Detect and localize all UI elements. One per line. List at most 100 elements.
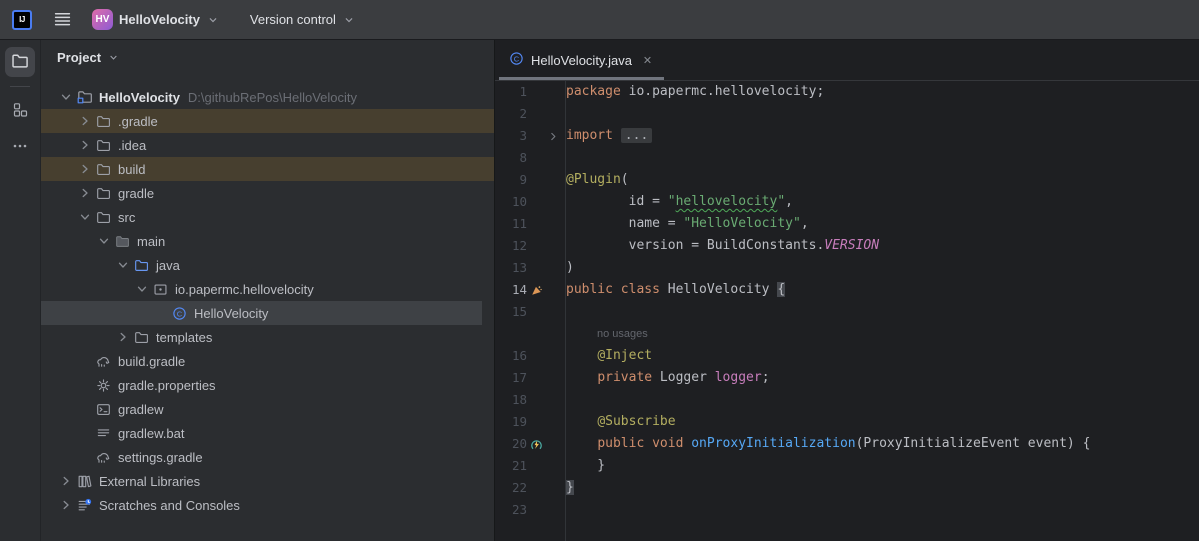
line-number[interactable]: 16 <box>495 345 527 367</box>
tree-row-gradle[interactable]: gradle <box>41 181 494 205</box>
event-gutter-icon[interactable] <box>527 438 545 451</box>
project-selector[interactable]: HV HelloVelocity <box>84 5 228 34</box>
tree-row-java[interactable]: java <box>41 253 494 277</box>
gutter-separator <box>565 81 566 541</box>
code-line-21[interactable]: 21 } <box>495 455 1199 477</box>
intellij-window: IJ HV HelloVelocity Version control <box>0 0 1199 541</box>
tab-label: HelloVelocity.java <box>531 53 632 68</box>
code-line-2[interactable]: 2 <box>495 103 1199 125</box>
tree-row--idea[interactable]: .idea <box>41 133 494 157</box>
tree-row-gradle-properties[interactable]: gradle.properties <box>41 373 494 397</box>
line-number[interactable]: 22 <box>495 477 527 499</box>
project-panel-header[interactable]: Project <box>41 40 494 74</box>
more-tools-button[interactable] <box>5 132 35 162</box>
line-number[interactable]: 8 <box>495 147 527 169</box>
code-line-3[interactable]: 3 import ... <box>495 125 1199 147</box>
tree-row-scratches-and-consoles[interactable]: Scratches and Consoles <box>41 493 494 517</box>
line-number[interactable]: 18 <box>495 389 527 411</box>
plugin-gutter-icon[interactable] <box>527 285 545 296</box>
token-kw: import <box>566 128 613 143</box>
code-line-14[interactable]: 14public class HelloVelocity { <box>495 279 1199 301</box>
tree-label: External Libraries <box>99 474 200 489</box>
tree-row-build-gradle[interactable]: build.gradle <box>41 349 494 373</box>
code-line-12[interactable]: 12 version = BuildConstants.VERSION <box>495 235 1199 257</box>
chevron-down-icon[interactable] <box>113 257 133 273</box>
token-def <box>566 436 597 451</box>
main-menu-icon[interactable] <box>48 6 76 34</box>
fold-chevron-icon[interactable] <box>545 131 561 142</box>
line-number[interactable]: 12 <box>495 235 527 257</box>
tree-row-hellovelocity[interactable]: HelloVelocityD:\githubRePos\HelloVelocit… <box>41 85 494 109</box>
close-icon[interactable]: ✕ <box>643 54 652 67</box>
chevron-right-icon[interactable] <box>56 473 76 489</box>
line-number[interactable]: 3 <box>495 125 527 147</box>
line-number[interactable]: 14 <box>495 279 527 301</box>
editor-tab-bar: C HelloVelocity.java ✕ <box>495 40 1199 81</box>
tree-row-external-libraries[interactable]: External Libraries <box>41 469 494 493</box>
code-line-1[interactable]: 1package io.papermc.hellovelocity; <box>495 81 1199 103</box>
token-def <box>566 414 597 429</box>
chevron-down-icon[interactable] <box>56 89 76 105</box>
svg-text:C: C <box>177 309 183 318</box>
chevron-right-icon[interactable] <box>75 185 95 201</box>
code-line-20[interactable]: 20 public void onProxyInitialization(Pro… <box>495 433 1199 455</box>
line-number[interactable]: 21 <box>495 455 527 477</box>
line-number[interactable]: 19 <box>495 411 527 433</box>
tree-row-gradlew-bat[interactable]: gradlew.bat <box>41 421 494 445</box>
tree-label: gradlew <box>118 402 164 417</box>
line-number[interactable]: 23 <box>495 499 527 521</box>
chevron-right-icon[interactable] <box>75 137 95 153</box>
line-number[interactable]: 17 <box>495 367 527 389</box>
code-line-11[interactable]: 11 name = "HelloVelocity", <box>495 213 1199 235</box>
code-line-10[interactable]: 10 id = "hellovelocity", <box>495 191 1199 213</box>
tree-label: .gradle <box>118 114 158 129</box>
token-def: ) <box>566 260 574 275</box>
line-number[interactable]: 10 <box>495 191 527 213</box>
chevron-down-icon[interactable] <box>75 209 95 225</box>
code-line-13[interactable]: 13) <box>495 257 1199 279</box>
code-line-19[interactable]: 19 @Subscribe <box>495 411 1199 433</box>
modules-tool-button[interactable] <box>5 96 35 126</box>
tree-row-hellovelocity[interactable]: CHelloVelocity <box>41 301 482 325</box>
tree-row-gradlew[interactable]: gradlew <box>41 397 494 421</box>
class-icon: C <box>509 51 524 69</box>
folder-icon <box>95 162 112 177</box>
tree-row--gradle[interactable]: .gradle <box>41 109 494 133</box>
inlay-hint-line[interactable]: no usages <box>495 323 1199 345</box>
project-tool-button[interactable] <box>5 47 35 77</box>
tree-row-settings-gradle[interactable]: settings.gradle <box>41 445 494 469</box>
tree-row-build[interactable]: build <box>41 157 494 181</box>
token-kw: public class <box>566 282 660 297</box>
vcs-selector[interactable]: Version control <box>242 8 364 31</box>
code-line-9[interactable]: 9@Plugin( <box>495 169 1199 191</box>
chevron-right-icon[interactable] <box>75 113 95 129</box>
token-def: , <box>801 216 809 231</box>
code-line-15[interactable]: 15 <box>495 301 1199 323</box>
token-brace: { <box>777 282 785 297</box>
chevron-down-icon[interactable] <box>132 281 152 297</box>
tree-row-io-papermc-hellovelocity[interactable]: io.papermc.hellovelocity <box>41 277 494 301</box>
line-number[interactable]: 13 <box>495 257 527 279</box>
line-number[interactable]: 2 <box>495 103 527 125</box>
code-line-22[interactable]: 22} <box>495 477 1199 499</box>
tree-annotation: D:\githubRePos\HelloVelocity <box>188 90 357 105</box>
code-line-18[interactable]: 18 <box>495 389 1199 411</box>
tab-hellovelocity-java[interactable]: C HelloVelocity.java ✕ <box>499 40 664 80</box>
line-number[interactable]: 9 <box>495 169 527 191</box>
folded-imports[interactable]: ... <box>621 128 652 143</box>
code-line-17[interactable]: 17 private Logger logger; <box>495 367 1199 389</box>
chevron-right-icon[interactable] <box>75 161 95 177</box>
code-line-23[interactable]: 23 <box>495 499 1199 521</box>
chevron-right-icon[interactable] <box>56 497 76 513</box>
code-line-8[interactable]: 8 <box>495 147 1199 169</box>
chevron-down-icon[interactable] <box>94 233 114 249</box>
line-number[interactable]: 1 <box>495 81 527 103</box>
tree-row-src[interactable]: src <box>41 205 494 229</box>
line-number[interactable]: 11 <box>495 213 527 235</box>
chevron-right-icon[interactable] <box>113 329 133 345</box>
line-number[interactable]: 20 <box>495 433 527 455</box>
tree-row-templates[interactable]: templates <box>41 325 494 349</box>
code-line-16[interactable]: 16 @Inject <box>495 345 1199 367</box>
line-number[interactable]: 15 <box>495 301 527 323</box>
tree-row-main[interactable]: main <box>41 229 494 253</box>
